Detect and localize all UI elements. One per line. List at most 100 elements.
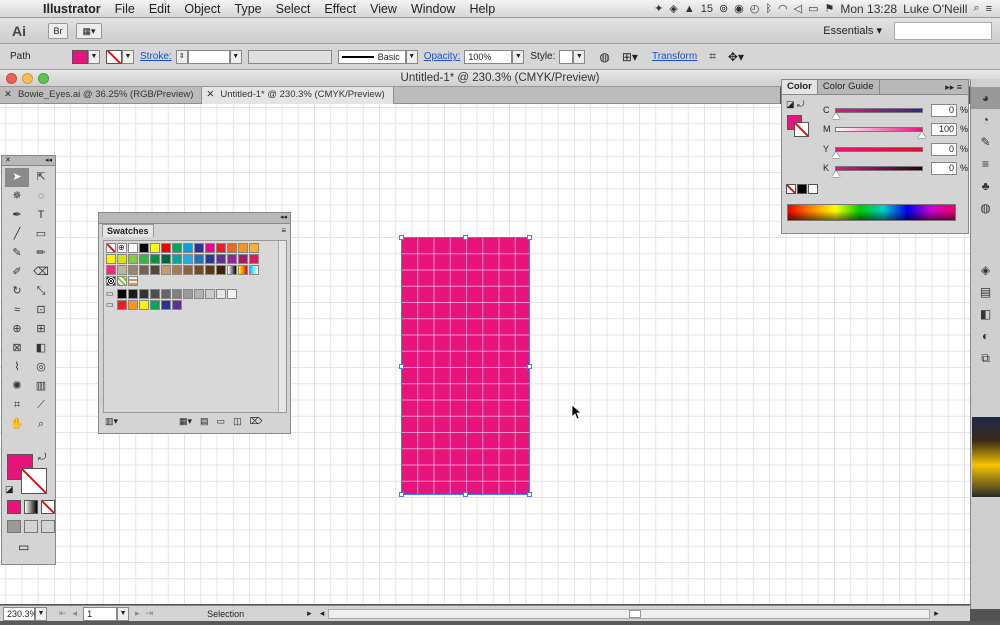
swatch[interactable] (161, 243, 171, 253)
bridge-button[interactable]: Br (48, 22, 68, 39)
isolate-icon[interactable]: ⌗ (709, 49, 716, 64)
color-mode-icon[interactable] (7, 500, 21, 514)
paintbrush-tool-icon[interactable]: ✎ (5, 244, 29, 263)
screen-mode-icon[interactable]: ▭ (18, 540, 29, 554)
swatch[interactable] (238, 243, 248, 253)
transform-link[interactable]: Transform (652, 51, 697, 62)
swatch[interactable] (205, 289, 215, 299)
slider-thumb[interactable] (832, 151, 840, 158)
dropbox-icon[interactable]: ✦ (654, 2, 663, 15)
panel-menu-icon[interactable]: ▸▸ ≡ (945, 82, 962, 93)
flag-icon[interactable]: ⚑ (824, 2, 834, 15)
swatch[interactable]: ⊕ (117, 243, 127, 253)
close-tab-icon[interactable]: ✕ (4, 87, 12, 104)
width-tool-icon[interactable]: ≈ (5, 301, 29, 320)
panel-menu-icon[interactable]: ≡ (281, 226, 286, 235)
line-tool-icon[interactable]: ╱ (5, 225, 29, 244)
tab-color-guide[interactable]: Color Guide (818, 80, 880, 94)
swatch[interactable] (150, 289, 160, 299)
adobe-icon[interactable]: ▲ (684, 3, 695, 15)
swatch[interactable] (216, 254, 226, 264)
black-value[interactable]: 0 (930, 161, 957, 175)
magenta-track[interactable] (835, 126, 926, 138)
show-kinds-icon[interactable]: ▦▾ (179, 416, 192, 427)
swatch[interactable] (227, 243, 237, 253)
fill-dropdown[interactable]: ▼ (88, 49, 100, 64)
hand-tool-icon[interactable]: ✋ (5, 415, 29, 434)
draw-normal-icon[interactable] (7, 520, 21, 533)
draw-behind-icon[interactable] (24, 520, 38, 533)
horizontal-scrollbar[interactable] (328, 608, 931, 619)
minimize-window-button[interactable] (22, 73, 33, 84)
resize-handle[interactable] (527, 492, 532, 497)
stroke-panel-icon[interactable]: ≡ (971, 153, 1000, 175)
swatch-libraries-icon[interactable]: ▥▾ (105, 416, 118, 427)
swatch[interactable] (150, 300, 160, 310)
swatch[interactable] (128, 265, 138, 275)
black-track[interactable] (832, 165, 923, 177)
bluetooth-icon[interactable]: ᛒ (765, 3, 772, 15)
swatch[interactable] (205, 265, 215, 275)
swatch[interactable] (172, 265, 182, 275)
scroll-left-icon[interactable]: ◂ (320, 608, 325, 619)
lasso-tool-icon[interactable]: ◌ (29, 187, 53, 206)
rotate-tool-icon[interactable]: ↻ (5, 282, 29, 301)
swatch[interactable] (249, 254, 259, 264)
opacity-link[interactable]: Opacity: (424, 51, 461, 62)
tools-panel-header[interactable]: ✕ ◂◂ (2, 156, 55, 166)
swatch[interactable] (106, 254, 116, 264)
resize-handle[interactable] (463, 492, 468, 497)
style-swatch[interactable] (559, 49, 574, 64)
white-swatch[interactable] (808, 184, 818, 194)
swatch[interactable] (128, 243, 138, 253)
swatches-tab[interactable]: Swatches (102, 224, 154, 237)
swatch[interactable] (117, 276, 127, 286)
last-artboard-icon[interactable]: ⇥ (146, 608, 154, 619)
magic-wand-tool-icon[interactable]: ✵ (5, 187, 29, 206)
fill-swatch[interactable] (72, 49, 88, 64)
stroke-link[interactable]: Stroke: (140, 51, 172, 62)
cyan-slider[interactable]: C 0% (782, 102, 968, 119)
swatch[interactable] (117, 289, 127, 299)
swatch[interactable] (194, 289, 204, 299)
swatch[interactable] (238, 254, 248, 264)
pen-tool-icon[interactable]: ✒ (5, 206, 29, 225)
selection-tool-icon[interactable]: ➤ (5, 168, 29, 187)
magenta-value[interactable]: 100 (930, 122, 957, 136)
previous-artboard-icon[interactable]: ◂ (73, 608, 78, 619)
black-slider[interactable]: K 0% (782, 160, 968, 177)
swatch[interactable]: ▭ (106, 289, 116, 299)
next-artboard-icon[interactable]: ▸ (135, 608, 140, 619)
swatch[interactable] (183, 254, 193, 264)
swatch[interactable] (238, 265, 248, 275)
swatch[interactable] (150, 254, 160, 264)
eraser-tool-icon[interactable]: ⌫ (29, 263, 53, 282)
panel-menu-icon[interactable]: ✥▾ (728, 50, 744, 64)
selected-rectangle[interactable] (399, 235, 532, 497)
artboard-number-field[interactable]: 1 (83, 606, 118, 621)
resize-handle[interactable] (399, 235, 404, 240)
swatch[interactable] (194, 265, 204, 275)
swatch[interactable] (216, 265, 226, 275)
zoom-window-button[interactable] (38, 73, 49, 84)
free-transform-tool-icon[interactable]: ⊡ (29, 301, 53, 320)
gradient-mode-icon[interactable] (24, 500, 38, 514)
stroke-dropdown[interactable]: ▼ (122, 49, 134, 64)
tab-color[interactable]: Color (782, 80, 818, 94)
swatch[interactable] (249, 265, 259, 275)
resize-handle[interactable] (399, 364, 404, 369)
menu-edit[interactable]: Edit (142, 2, 178, 16)
brush-dropdown[interactable]: ▼ (405, 49, 418, 64)
swatch[interactable] (117, 300, 127, 310)
artboards-icon[interactable]: ▤ (971, 281, 1000, 303)
zoom-dropdown[interactable]: ▼ (35, 606, 47, 621)
evernote-icon[interactable]: ◈ (669, 2, 677, 15)
menu-window[interactable]: Window (404, 2, 462, 16)
first-artboard-icon[interactable]: ⇤ (59, 608, 67, 619)
artboard-dropdown[interactable]: ▼ (117, 606, 130, 621)
volume-icon[interactable]: ◁ (794, 2, 802, 15)
swatch[interactable] (227, 254, 237, 264)
symbols-icon[interactable]: ♣ (971, 175, 1000, 197)
swatch[interactable] (128, 300, 138, 310)
cyan-track[interactable] (832, 107, 923, 119)
